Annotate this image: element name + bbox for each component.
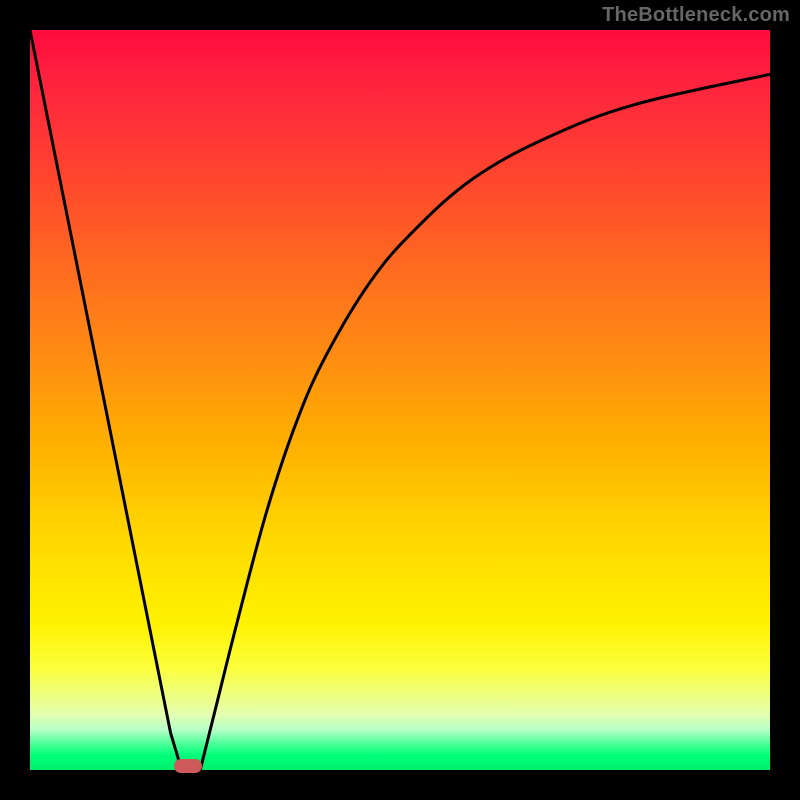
plot-area: [30, 30, 770, 770]
chart-frame: TheBottleneck.com: [0, 0, 800, 800]
left-branch-line: [30, 30, 182, 770]
optimum-marker: [174, 759, 201, 773]
curve-layer: [30, 30, 770, 770]
watermark-label: TheBottleneck.com: [602, 4, 790, 27]
right-branch-line: [200, 74, 770, 770]
